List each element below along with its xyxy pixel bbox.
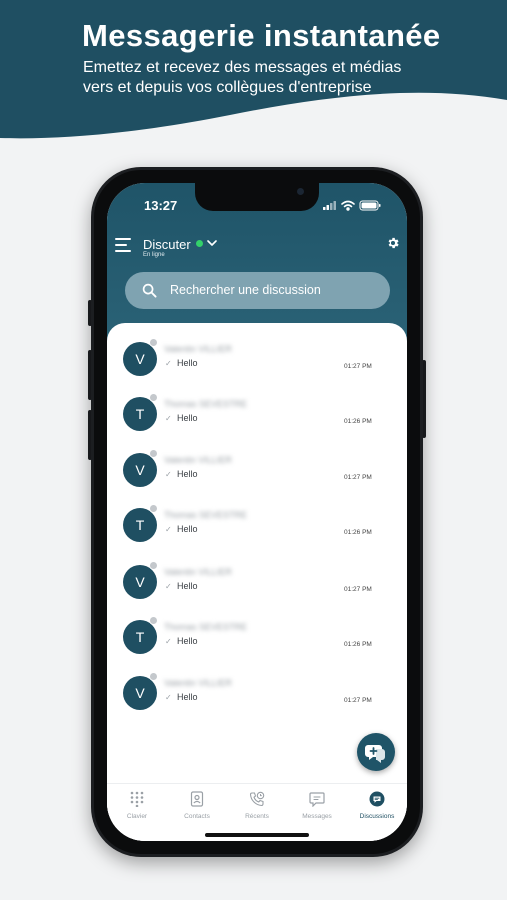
- check-icon: ✓: [165, 414, 172, 423]
- status-icons: [323, 200, 381, 211]
- list-item[interactable]: V Valentin VILLIER ✓ Hello 01:27 PM: [107, 329, 407, 385]
- contact-name: Thomas SEVESTRE: [164, 622, 248, 632]
- page-title[interactable]: Discuter: [143, 237, 191, 252]
- tab-label: Clavier: [126, 813, 148, 820]
- list-item[interactable]: V Valentin VILLIER ✓ Hello 01:27 PM: [107, 440, 407, 496]
- presence-dot: [149, 672, 158, 681]
- message-preview: Hello: [177, 581, 198, 591]
- message-preview: Hello: [177, 413, 198, 423]
- message-time: 01:27 PM: [344, 363, 372, 370]
- message-time: 01:27 PM: [344, 586, 372, 593]
- contact-name: Thomas SEVESTRE: [164, 510, 248, 520]
- list-item[interactable]: V Valentin VILLIER ✓ Hello 01:27 PM: [107, 552, 407, 608]
- menu-bar-3: [115, 250, 131, 252]
- promo-banner: Messagerie instantanée Emettez et receve…: [0, 0, 507, 150]
- discussions-icon: [369, 791, 385, 807]
- message-time: 01:27 PM: [344, 474, 372, 481]
- dialpad-icon: [130, 791, 144, 807]
- contacts-icon: [190, 791, 204, 807]
- new-discussion-button[interactable]: [357, 733, 395, 771]
- contact-name: Valentin VILLIER: [164, 344, 232, 354]
- avatar: V: [123, 453, 157, 487]
- presence-status: En ligne: [143, 252, 165, 258]
- gear-icon[interactable]: [386, 236, 400, 250]
- tab-recents[interactable]: Récents: [227, 791, 287, 829]
- tab-discussions[interactable]: Discussions: [347, 791, 407, 829]
- contact-name: Valentin VILLIER: [164, 567, 232, 577]
- menu-button[interactable]: [115, 238, 135, 254]
- search-placeholder: Rechercher une discussion: [170, 283, 321, 297]
- message-preview: Hello: [177, 524, 198, 534]
- signal-icon: [323, 201, 336, 210]
- recent-calls-icon: [249, 791, 265, 807]
- avatar: T: [123, 508, 157, 542]
- check-icon: ✓: [165, 582, 172, 591]
- presence-dot: [149, 616, 158, 625]
- check-icon: ✓: [165, 359, 172, 368]
- message-time: 01:27 PM: [344, 697, 372, 704]
- search-input[interactable]: Rechercher une discussion: [125, 272, 390, 309]
- tab-messages[interactable]: Messages: [287, 791, 347, 829]
- list-item[interactable]: T Thomas SEVESTRE ✓ Hello 01:26 PM: [107, 384, 407, 440]
- message-preview: Hello: [177, 692, 198, 702]
- presence-dot: [149, 393, 158, 402]
- check-icon: ✓: [165, 470, 172, 479]
- contact-name: Valentin VILLIER: [164, 678, 232, 688]
- avatar: V: [123, 565, 157, 599]
- banner-subline-1: Emettez et recevez des messages et média…: [83, 59, 402, 76]
- check-icon: ✓: [165, 637, 172, 646]
- banner-subline-2: vers et depuis vos collègues d'entrepris…: [83, 79, 372, 96]
- list-item[interactable]: V Valentin VILLIER ✓ Hello 01:27 PM: [107, 663, 407, 719]
- menu-bar-2: [115, 244, 127, 246]
- message-time: 01:26 PM: [344, 418, 372, 425]
- avatar: V: [123, 676, 157, 710]
- search-icon: [142, 283, 157, 298]
- tab-label: Messages: [302, 813, 332, 820]
- menu-bar-1: [115, 238, 131, 240]
- presence-dot: [149, 338, 158, 347]
- avatar: V: [123, 342, 157, 376]
- avatar: T: [123, 620, 157, 654]
- online-status-dot: [196, 240, 203, 247]
- contact-name: Valentin VILLIER: [164, 455, 232, 465]
- list-item[interactable]: T Thomas SEVESTRE ✓ Hello 01:26 PM: [107, 607, 407, 663]
- tab-label: Discussions: [359, 813, 395, 820]
- status-time: 13:27: [144, 198, 178, 213]
- check-icon: ✓: [165, 693, 172, 702]
- presence-dot: [149, 561, 158, 570]
- tab-label: Récents: [245, 813, 269, 820]
- tab-clavier[interactable]: Clavier: [107, 791, 167, 829]
- check-icon: ✓: [165, 525, 172, 534]
- contact-name: Thomas SEVESTRE: [164, 399, 248, 409]
- banner-headline: Messagerie instantanée: [82, 18, 441, 53]
- messages-icon: [309, 792, 325, 807]
- avatar: T: [123, 397, 157, 431]
- message-time: 01:26 PM: [344, 529, 372, 536]
- tab-contacts[interactable]: Contacts: [167, 791, 227, 829]
- battery-icon: [359, 200, 381, 211]
- phone-notch: [195, 183, 319, 211]
- new-discussion-icon: [365, 745, 385, 763]
- message-preview: Hello: [177, 469, 198, 479]
- phone-screen: 13:27 Discuter En ligne Rechercher une d…: [107, 183, 407, 841]
- chevron-down-icon[interactable]: [207, 239, 217, 247]
- front-camera: [297, 188, 304, 195]
- tab-label: Contacts: [184, 813, 210, 820]
- wifi-icon: [341, 200, 355, 211]
- presence-dot: [149, 504, 158, 513]
- list-item[interactable]: T Thomas SEVESTRE ✓ Hello 01:26 PM: [107, 495, 407, 551]
- message-preview: Hello: [177, 358, 198, 368]
- message-time: 01:26 PM: [344, 641, 372, 648]
- presence-dot: [149, 449, 158, 458]
- message-preview: Hello: [177, 636, 198, 646]
- home-indicator: [205, 833, 309, 837]
- banner-subline: Emettez et recevez des messages et média…: [83, 58, 483, 98]
